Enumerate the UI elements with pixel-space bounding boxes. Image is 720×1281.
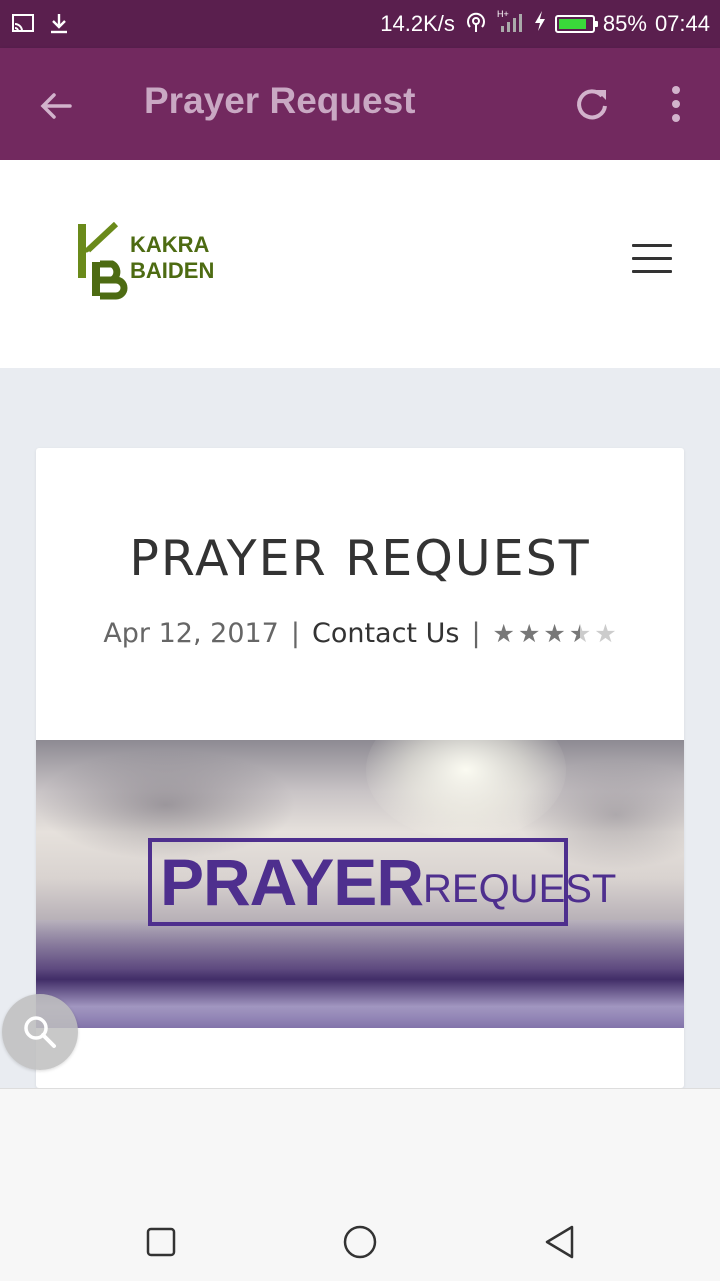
battery-icon bbox=[554, 15, 598, 33]
reload-icon[interactable] bbox=[570, 82, 614, 126]
bottom-panel bbox=[0, 1088, 720, 1281]
hamburger-menu-icon[interactable] bbox=[632, 244, 672, 274]
meta-separator: | bbox=[471, 618, 481, 649]
clock: 07:44 bbox=[654, 11, 710, 36]
banner-word-light: REQUEST bbox=[423, 867, 617, 911]
network-speed: 14.2K/s bbox=[380, 11, 455, 36]
star-icon: ★ bbox=[517, 619, 541, 648]
recents-square-icon[interactable] bbox=[146, 1227, 176, 1261]
meta-separator: | bbox=[290, 618, 300, 649]
post-card: PRAYER REQUEST Apr 12, 2017 | Contact Us… bbox=[36, 448, 684, 1088]
more-vert-icon[interactable] bbox=[660, 82, 692, 126]
star-icon: ★ bbox=[492, 619, 515, 648]
download-icon bbox=[48, 12, 70, 38]
hotspot-icon bbox=[463, 9, 489, 39]
signal-icon: H+ bbox=[497, 8, 525, 40]
star-icon: ★ bbox=[594, 619, 617, 648]
logo-line-1: KAKRA bbox=[130, 232, 210, 257]
banner-word-bold: PRAYER bbox=[160, 845, 424, 919]
star-rating: ★ ★ ★ ★ ★ bbox=[493, 621, 617, 646]
banner-sign: PRAYER REQUEST bbox=[148, 838, 616, 926]
back-arrow-icon[interactable] bbox=[34, 84, 78, 128]
app-bar: Prayer Request bbox=[0, 48, 720, 160]
star-icon: ★ bbox=[543, 619, 566, 648]
post-category-link[interactable]: Contact Us bbox=[312, 618, 459, 649]
post-title: PRAYER REQUEST bbox=[129, 530, 591, 587]
search-icon bbox=[24, 1016, 56, 1048]
star-icon: ★ bbox=[568, 619, 592, 648]
status-bar: 14.2K/s H+ 85% 07:44 bbox=[0, 0, 720, 48]
battery-percent: 85% bbox=[602, 11, 647, 36]
post-meta: Apr 12, 2017 | Contact Us | ★ ★ ★ ★ ★ bbox=[36, 618, 684, 649]
back-triangle-icon[interactable] bbox=[544, 1225, 576, 1263]
home-circle-icon[interactable] bbox=[343, 1225, 377, 1263]
charging-icon bbox=[533, 10, 547, 38]
logo-text: KAKRA BAIDEN bbox=[130, 232, 214, 284]
search-fab[interactable] bbox=[2, 994, 78, 1070]
cast-icon bbox=[12, 13, 34, 37]
featured-image: PRAYER REQUEST bbox=[36, 740, 684, 1028]
post-date: Apr 12, 2017 bbox=[103, 618, 279, 649]
svg-text:H+: H+ bbox=[497, 9, 509, 19]
site-header: KAKRA BAIDEN bbox=[0, 160, 720, 368]
app-bar-title: Prayer Request bbox=[144, 80, 416, 121]
logo-line-2: BAIDEN bbox=[130, 258, 215, 283]
